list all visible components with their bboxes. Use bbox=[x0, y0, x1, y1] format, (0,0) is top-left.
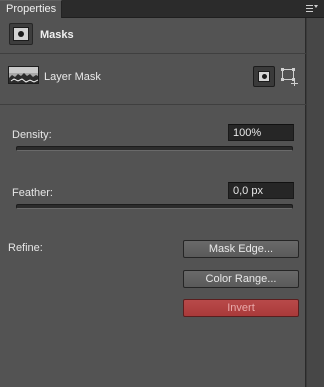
mask-icon bbox=[9, 23, 33, 45]
feather-field[interactable]: 0,0 px bbox=[228, 182, 294, 199]
density-slider[interactable] bbox=[16, 146, 293, 151]
vector-mask-icon[interactable] bbox=[281, 66, 300, 87]
panel-scrollbar[interactable] bbox=[306, 18, 324, 387]
tab-properties[interactable]: Properties bbox=[0, 0, 62, 18]
color-range-button[interactable]: Color Range... bbox=[183, 270, 299, 288]
density-field[interactable]: 100% bbox=[228, 124, 294, 141]
mask-edge-button[interactable]: Mask Edge... bbox=[183, 240, 299, 258]
invert-button[interactable]: Invert bbox=[183, 299, 299, 317]
masks-header: Masks bbox=[0, 18, 306, 54]
tab-properties-label: Properties bbox=[6, 3, 57, 15]
feather-label: Feather: bbox=[12, 187, 53, 199]
layer-mask-row: Layer Mask bbox=[0, 55, 306, 105]
masks-title: Masks bbox=[40, 29, 74, 41]
density-label: Density: bbox=[12, 129, 52, 141]
layer-mask-label: Layer Mask bbox=[44, 71, 101, 83]
layer-mask-thumbnail[interactable] bbox=[8, 66, 39, 84]
panel-menu-icon[interactable] bbox=[306, 3, 318, 13]
tab-bar: Properties bbox=[0, 0, 324, 18]
properties-panel: Masks Layer Mask Density: 100% Feather: … bbox=[0, 18, 306, 387]
feather-slider[interactable] bbox=[16, 204, 293, 209]
refine-label: Refine: bbox=[8, 242, 43, 254]
pixel-mask-icon[interactable] bbox=[253, 66, 275, 87]
